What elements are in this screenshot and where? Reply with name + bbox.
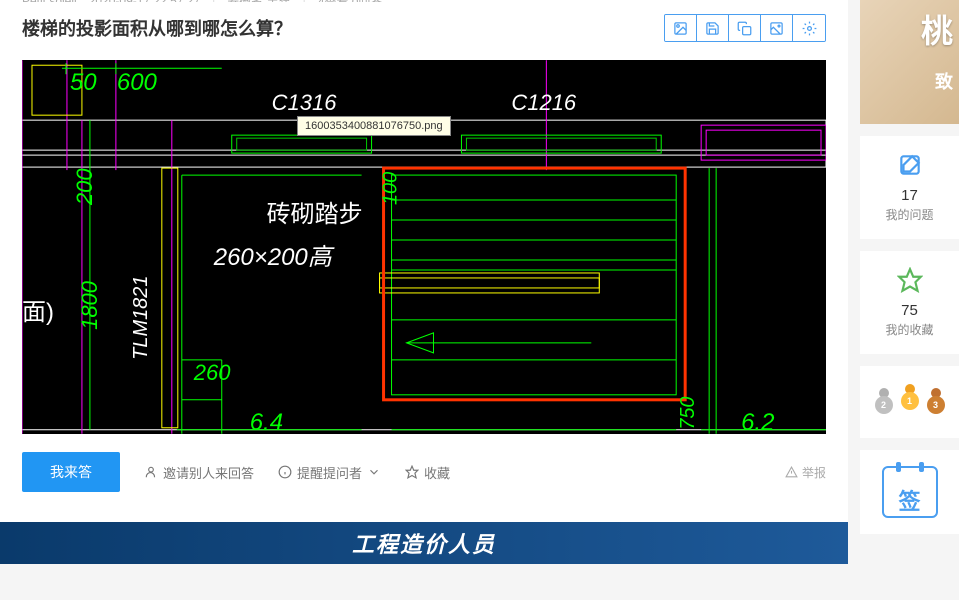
star-outline-icon xyxy=(897,267,923,296)
svg-text:260×200高: 260×200高 xyxy=(213,244,335,271)
chevron-down-icon xyxy=(367,465,381,479)
silver-medal-icon: 2 xyxy=(874,388,894,416)
my-questions-card[interactable]: 17 我的问题 xyxy=(860,136,959,239)
svg-text:50: 50 xyxy=(70,69,97,96)
svg-text:6.2: 6.2 xyxy=(741,409,774,434)
remind-link[interactable]: 提醒提问者 xyxy=(278,463,381,482)
svg-text:750: 750 xyxy=(677,396,699,429)
edit-icon xyxy=(897,152,923,181)
info-icon xyxy=(278,465,292,479)
svg-text:C1216: C1216 xyxy=(511,90,577,115)
user-icon xyxy=(144,465,158,479)
svg-text:6.4: 6.4 xyxy=(250,409,283,434)
svg-text:600: 600 xyxy=(117,69,158,96)
checkin-card[interactable]: 签 xyxy=(860,450,959,534)
warning-icon xyxy=(785,466,798,479)
post-stats: 4查看 0回答 xyxy=(318,0,383,2)
image-toolbar xyxy=(664,14,826,42)
svg-text:200: 200 xyxy=(72,168,97,206)
post-location: 安徽省 土建 xyxy=(227,0,290,2)
action-bar: 我来答 邀请别人来回答 提醒提问者 收藏 举报 xyxy=(0,434,848,510)
gold-medal-icon: 1 xyxy=(900,384,920,412)
star-icon xyxy=(405,465,419,479)
save-icon[interactable] xyxy=(697,15,729,41)
my-favorites-card[interactable]: 75 我的收藏 xyxy=(860,251,959,354)
bronze-medal-icon: 3 xyxy=(926,388,946,416)
promo-card[interactable]: 桃 致 xyxy=(860,0,959,124)
invite-link[interactable]: 邀请别人来回答 xyxy=(144,463,254,482)
cad-svg: 50 600 C1316 C1216 200 100 砖砌踏步 260×200高… xyxy=(22,60,826,434)
report-link[interactable]: 举报 xyxy=(785,464,826,481)
stat-label: 我的问题 xyxy=(885,206,933,223)
gear-icon[interactable] xyxy=(793,15,825,41)
ad-banner[interactable]: 工程造价人员 xyxy=(0,522,848,564)
stat-label: 我的收藏 xyxy=(885,321,933,338)
svg-text:1800: 1800 xyxy=(77,280,102,330)
svg-text:砖砌踏步: 砖砌踏步 xyxy=(267,201,363,228)
cad-drawing[interactable]: 1600353400881076750.png xyxy=(22,60,826,434)
image-icon[interactable] xyxy=(665,15,697,41)
answer-button[interactable]: 我来答 xyxy=(22,452,120,492)
svg-text:100: 100 xyxy=(380,172,402,205)
gallery-icon[interactable] xyxy=(761,15,793,41)
post-date: 2020-09-17 22:57:27 xyxy=(89,0,200,2)
copy-icon[interactable] xyxy=(729,15,761,41)
medals-card[interactable]: 2 1 3 xyxy=(860,366,959,438)
svg-text:TLM1821: TLM1821 xyxy=(130,275,152,359)
svg-text:260: 260 xyxy=(193,360,231,385)
stat-count: 17 xyxy=(901,187,918,204)
post-title: 楼梯的投影面积从哪到哪怎么算？ xyxy=(22,15,292,41)
author: Petit soleil xyxy=(22,0,77,2)
calendar-icon: 签 xyxy=(882,466,938,518)
stat-count: 75 xyxy=(901,302,918,319)
svg-text:C1316: C1316 xyxy=(272,90,338,115)
svg-text:面): 面) xyxy=(22,299,54,326)
favorite-link[interactable]: 收藏 xyxy=(405,463,450,482)
